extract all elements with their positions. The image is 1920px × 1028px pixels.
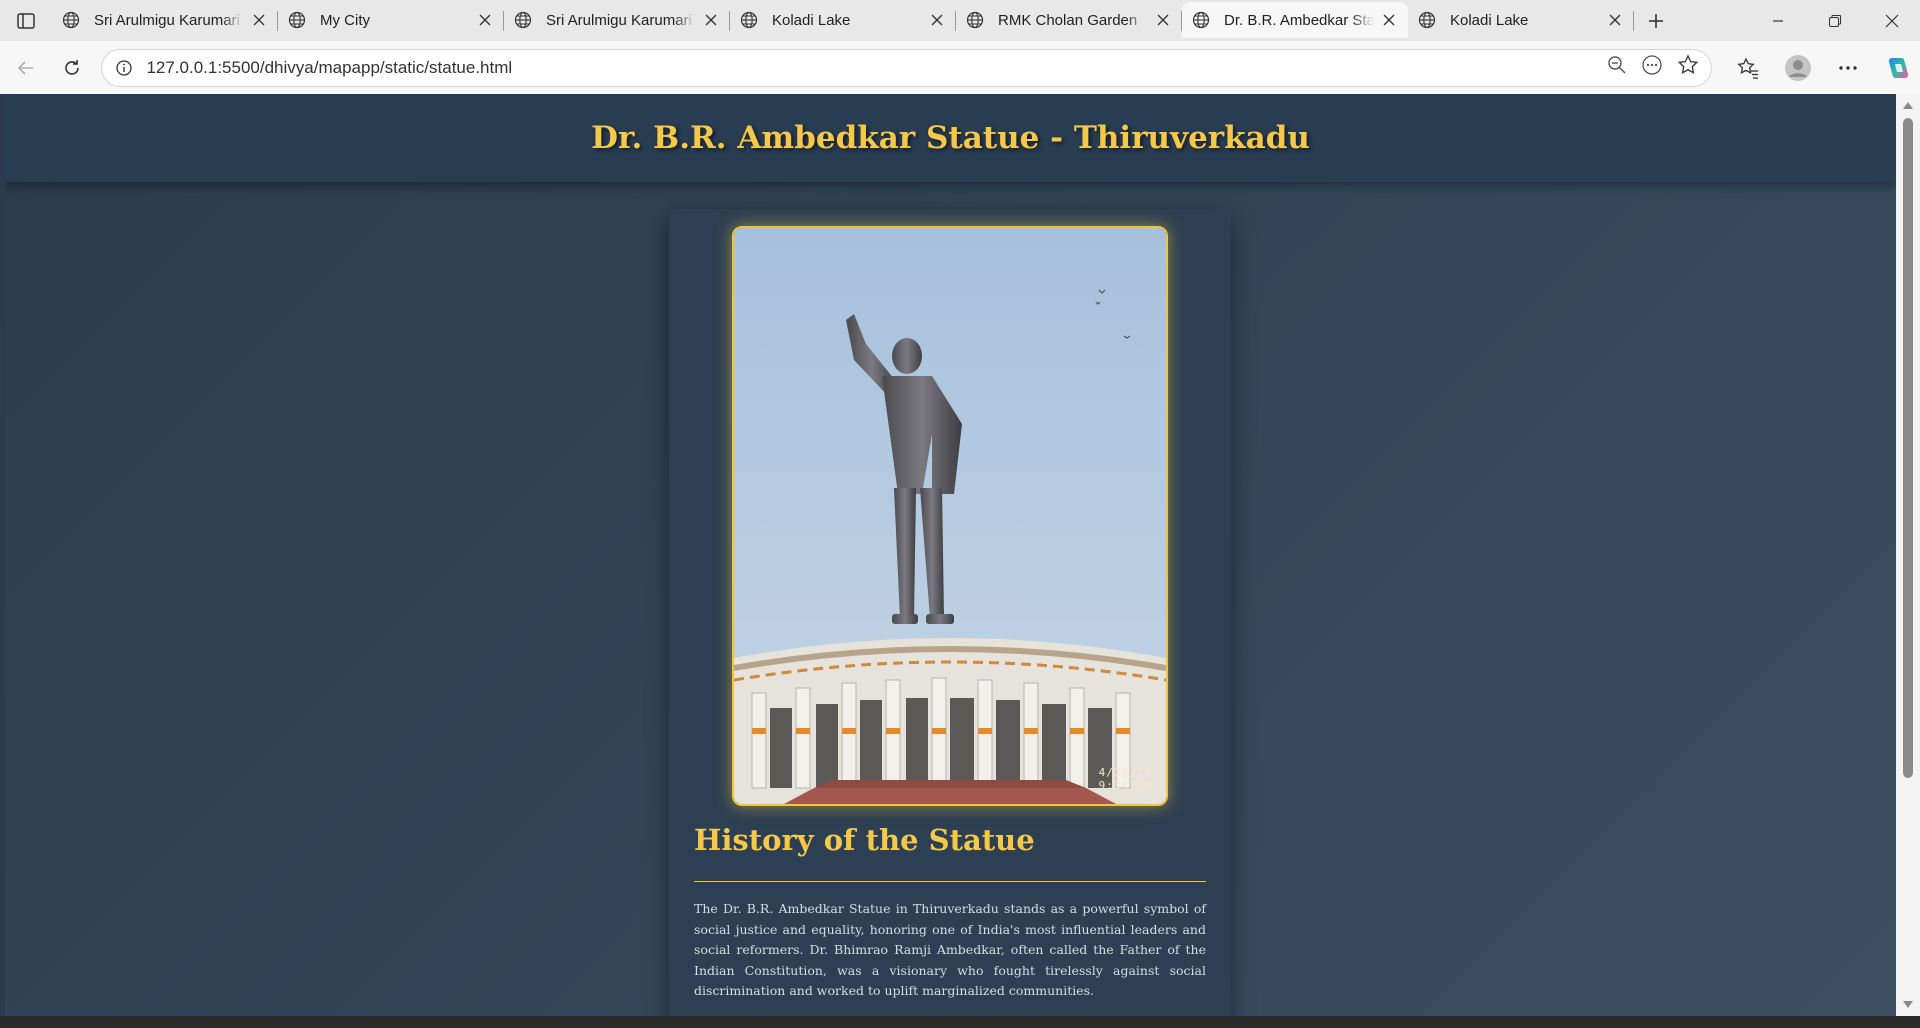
- globe-icon: [514, 11, 532, 29]
- address-bar[interactable]: 127.0.0.1:5500/dhivya/mapapp/static/stat…: [101, 48, 1713, 87]
- tab-title: Koladi Lake: [772, 11, 851, 29]
- page-scrollbar[interactable]: [1896, 94, 1920, 1016]
- tab-title: Dr. B.R. Ambedkar Stat: [1224, 11, 1374, 29]
- close-icon[interactable]: [476, 11, 494, 29]
- browser-toolbar: 127.0.0.1:5500/dhivya/mapapp/static/stat…: [0, 41, 1920, 94]
- history-paragraph: The Dr. B.R. Ambedkar Statue in Thiruver…: [694, 901, 1206, 998]
- new-tab-button[interactable]: [1634, 0, 1678, 41]
- window-controls: [1749, 0, 1920, 41]
- globe-icon: [1418, 11, 1436, 29]
- page-viewport: Dr. B.R. Ambedkar Statue - Thiruverkadu: [5, 94, 1896, 1016]
- favorites-icon[interactable]: [1726, 48, 1770, 88]
- section-heading: History of the Statue: [694, 823, 1035, 857]
- refresh-icon[interactable]: [52, 48, 92, 88]
- scroll-down-icon[interactable]: [1903, 1001, 1913, 1008]
- statue-card: 4/18/23 9:34 AM History of the Statue Th…: [669, 209, 1231, 1016]
- url-text[interactable]: 127.0.0.1:5500/dhivya/mapapp/static/stat…: [146, 58, 1607, 78]
- globe-icon: [740, 11, 758, 29]
- tab-title: My City: [320, 11, 370, 29]
- globe-icon: [1192, 11, 1210, 29]
- scroll-thumb[interactable]: [1903, 118, 1913, 778]
- tab-title: Sri Arulmigu Karumari: [546, 11, 692, 29]
- tab-6[interactable]: Koladi Lake: [1408, 2, 1634, 38]
- heading-divider: [694, 881, 1206, 882]
- minimize-icon[interactable]: [1749, 0, 1806, 41]
- window-close-icon[interactable]: [1863, 0, 1920, 41]
- copilot-icon[interactable]: [1876, 48, 1920, 88]
- tab-title: RMK Cholan Garden: [998, 11, 1138, 29]
- tab-title: Koladi Lake: [1450, 11, 1529, 29]
- tab-3[interactable]: Koladi Lake: [730, 2, 956, 38]
- star-icon[interactable]: [1677, 54, 1699, 81]
- photo-date: 4/18/23: [1098, 766, 1152, 779]
- zoom-out-icon[interactable]: [1607, 55, 1627, 80]
- page-header: Dr. B.R. Ambedkar Statue - Thiruverkadu: [5, 94, 1896, 182]
- page-title: Dr. B.R. Ambedkar Statue - Thiruverkadu: [591, 120, 1310, 156]
- statue-image: [734, 228, 1166, 804]
- tab-5[interactable]: Dr. B.R. Ambedkar Stat: [1182, 2, 1408, 38]
- tabs-list: Sri Arulmigu Karumari My City Sri Arulmigu…: [52, 0, 1634, 41]
- scroll-up-icon[interactable]: [1903, 102, 1913, 109]
- tab-4[interactable]: RMK Cholan Garden: [956, 2, 1182, 38]
- read-aloud-icon[interactable]: [1641, 54, 1663, 81]
- close-icon[interactable]: [928, 11, 946, 29]
- tab-2[interactable]: Sri Arulmigu Karumari: [504, 2, 730, 38]
- globe-icon: [62, 11, 80, 29]
- back-icon[interactable]: [6, 48, 46, 88]
- close-icon[interactable]: [1154, 11, 1172, 29]
- restore-icon[interactable]: [1806, 0, 1863, 41]
- globe-icon: [288, 11, 306, 29]
- globe-icon: [966, 11, 984, 29]
- tab-1[interactable]: My City: [278, 2, 504, 38]
- tab-0[interactable]: Sri Arulmigu Karumari: [52, 2, 278, 38]
- tab-strip: Sri Arulmigu Karumari My City Sri Arulmigu…: [0, 0, 1920, 41]
- plus-icon: [1649, 13, 1663, 28]
- info-icon[interactable]: [114, 58, 134, 78]
- taskbar-edge: [0, 1016, 1920, 1028]
- sidebar-icon[interactable]: [0, 0, 52, 41]
- profile-icon[interactable]: [1776, 48, 1820, 88]
- close-icon[interactable]: [702, 11, 720, 29]
- close-icon[interactable]: [250, 11, 268, 29]
- close-icon[interactable]: [1606, 11, 1624, 29]
- photo-timestamp: 4/18/23 9:34 AM: [1099, 766, 1152, 792]
- statue-photo: 4/18/23 9:34 AM: [732, 226, 1168, 806]
- more-icon[interactable]: [1826, 48, 1870, 88]
- close-icon[interactable]: [1380, 11, 1398, 29]
- tab-title: Sri Arulmigu Karumari: [94, 11, 240, 29]
- photo-time: 9:34 AM: [1098, 779, 1152, 792]
